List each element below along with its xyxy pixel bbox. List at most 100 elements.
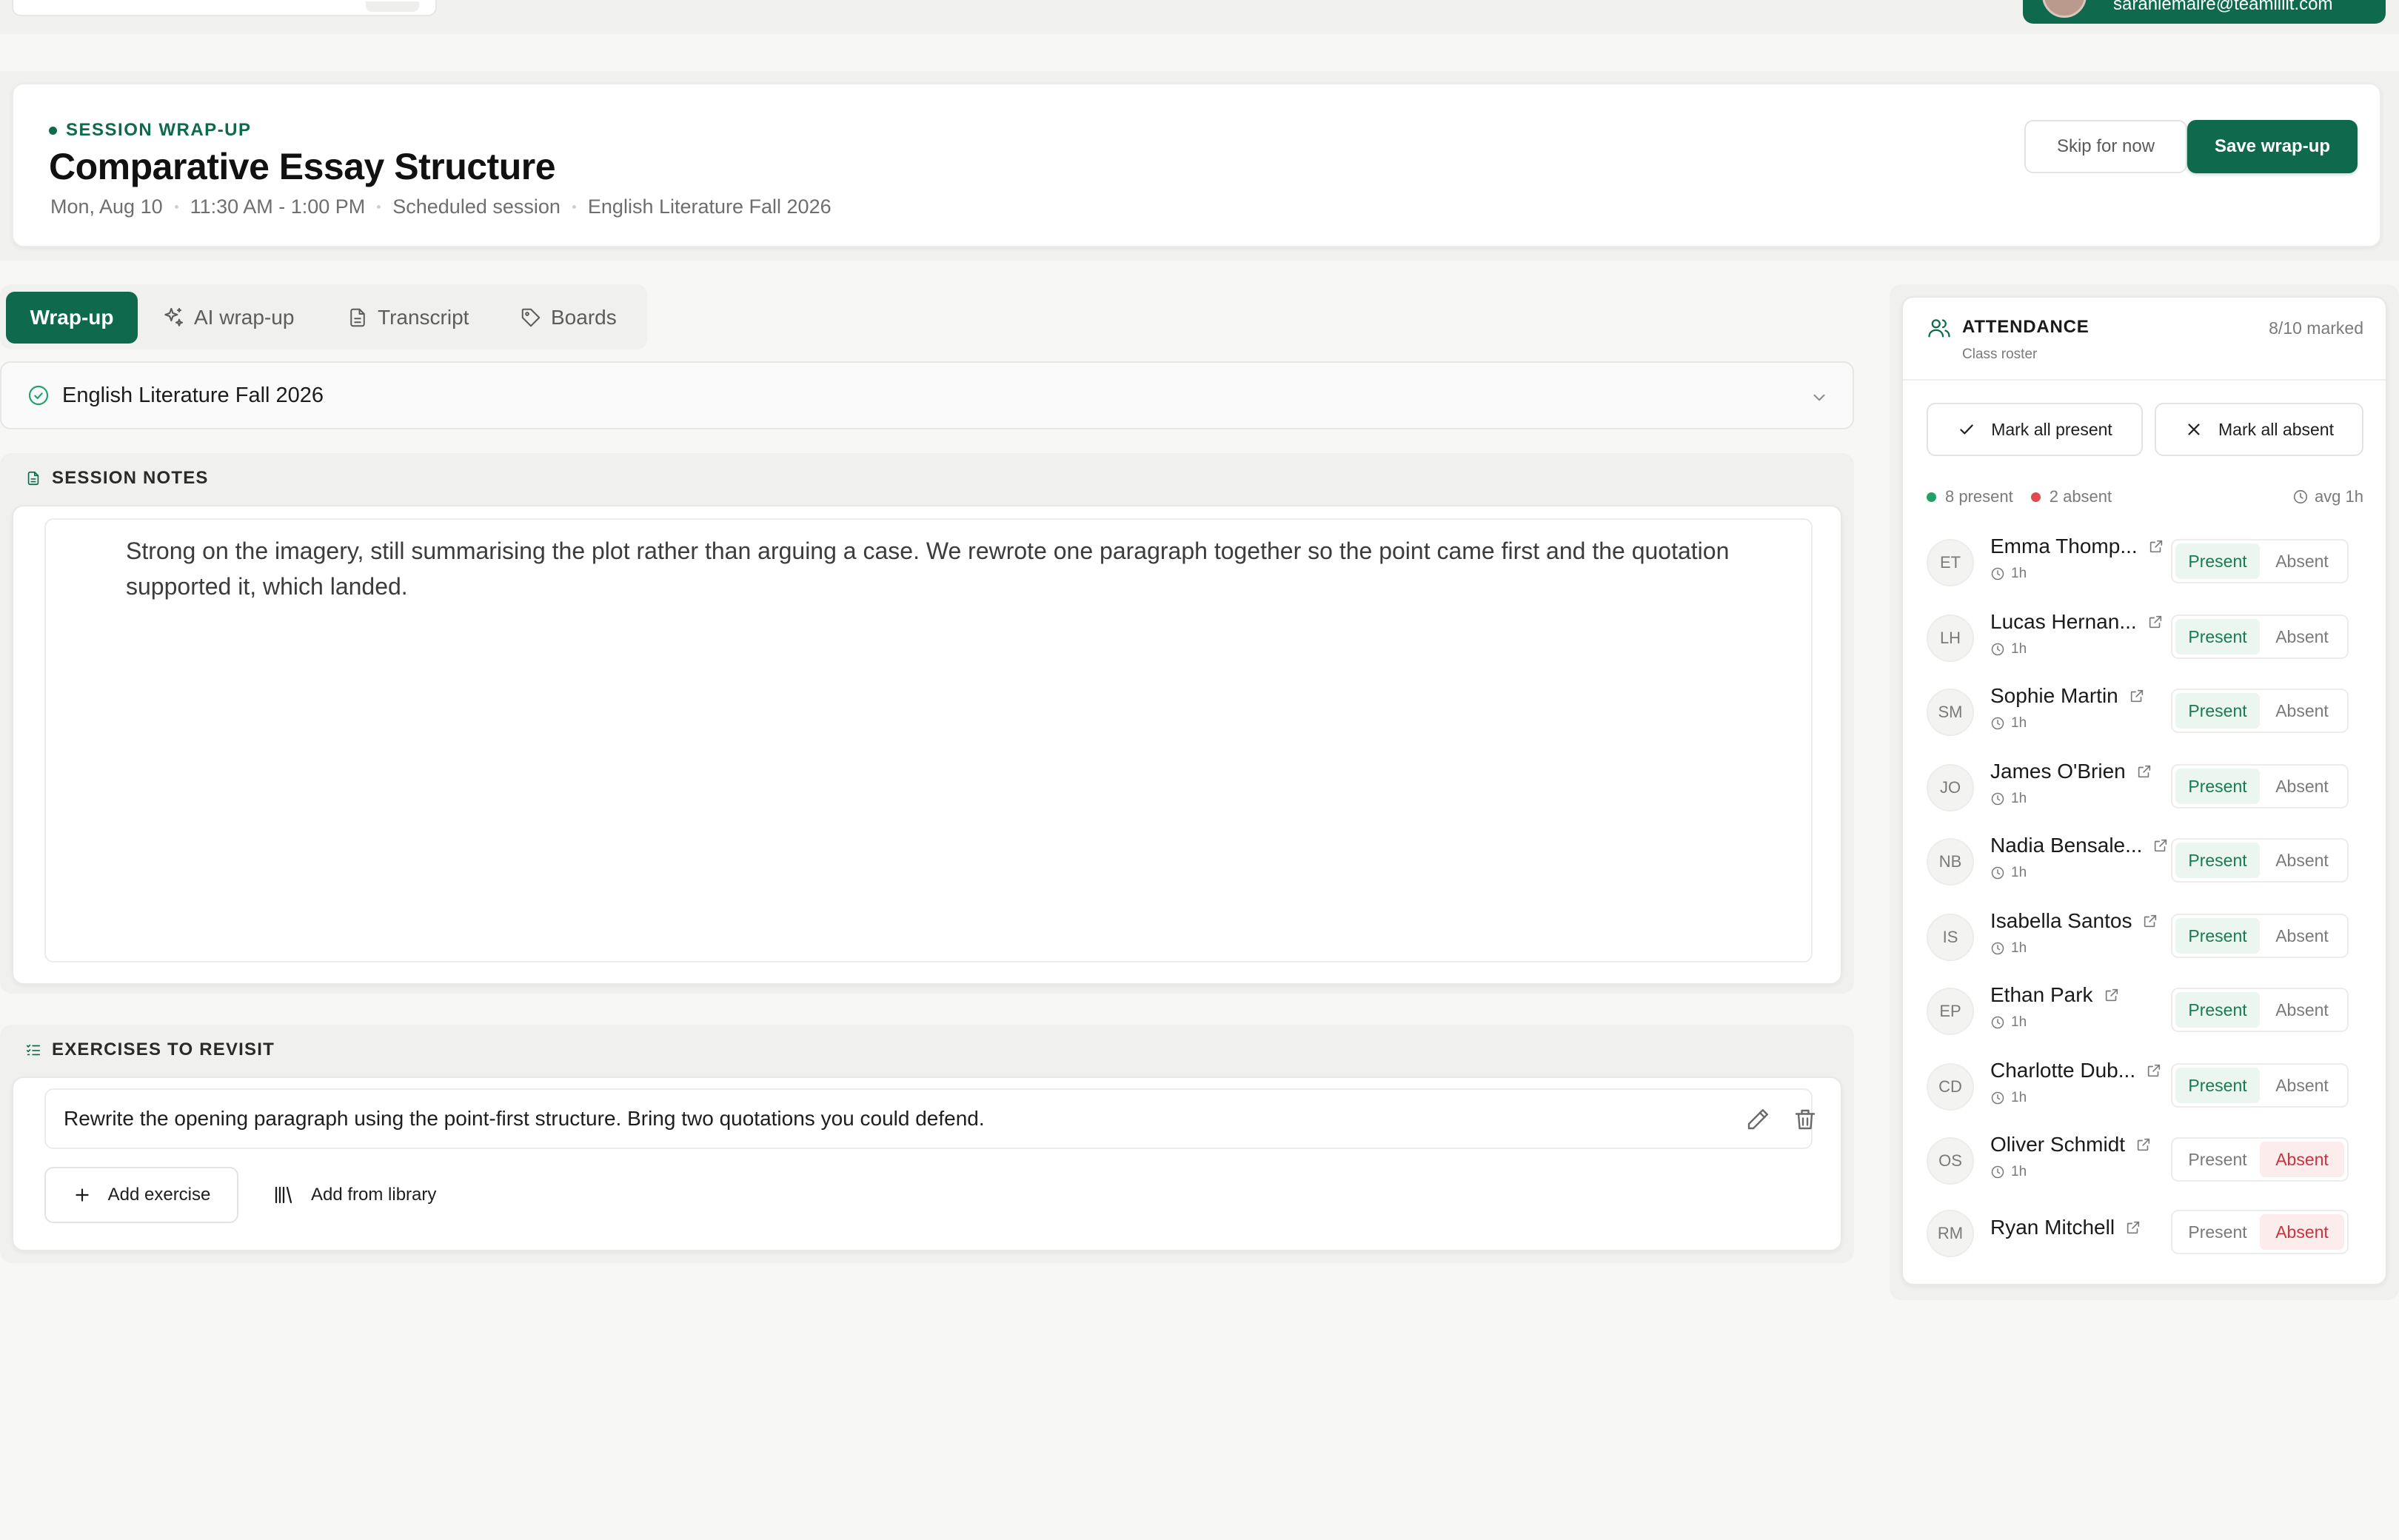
class-select[interactable]: English Literature Fall 2026 bbox=[0, 361, 1854, 429]
attendance-subtitle: Class roster bbox=[1962, 346, 2038, 362]
search-input[interactable] bbox=[12, 0, 437, 16]
student-name[interactable]: Lucas Hernan... bbox=[1990, 610, 2164, 634]
header-card: SESSION WRAP-UP Comparative Essay Struct… bbox=[12, 83, 2381, 247]
library-icon bbox=[275, 1186, 292, 1204]
session-notes-textarea[interactable]: Strong on the imagery, still summarising… bbox=[44, 518, 1813, 962]
present-option[interactable]: Present bbox=[2175, 543, 2260, 579]
close-icon bbox=[2188, 424, 2200, 435]
external-link-icon[interactable] bbox=[2142, 913, 2158, 929]
absent-option[interactable]: Absent bbox=[2260, 769, 2344, 804]
tab-wrap-up[interactable]: Wrap-up bbox=[6, 292, 138, 344]
external-link-icon[interactable] bbox=[2148, 538, 2164, 555]
external-link-icon[interactable] bbox=[2135, 1136, 2152, 1153]
student-name-label: Oliver Schmidt bbox=[1990, 1133, 2126, 1156]
pencil-icon[interactable] bbox=[1744, 1106, 1771, 1133]
absent-option[interactable]: Absent bbox=[2260, 992, 2344, 1028]
page-title: Comparative Essay Structure bbox=[49, 146, 556, 187]
clock-icon bbox=[2293, 489, 2308, 504]
clock-icon bbox=[1991, 792, 2004, 806]
present-option[interactable]: Present bbox=[2175, 693, 2260, 729]
absent-option[interactable]: Absent bbox=[2260, 693, 2344, 729]
external-link-icon[interactable] bbox=[2129, 688, 2145, 704]
skip-button[interactable]: Skip for now bbox=[2024, 120, 2187, 173]
student-name-label: James O'Brien bbox=[1990, 760, 2126, 783]
external-link-icon[interactable] bbox=[2125, 1219, 2141, 1236]
avatar: ET bbox=[1927, 539, 1974, 586]
tab-ai-wrap-up[interactable]: AI wrap-up bbox=[161, 292, 294, 344]
absent-option[interactable]: Absent bbox=[2260, 843, 2344, 878]
student-name[interactable]: Isabella Santos bbox=[1990, 909, 2158, 933]
absent-option[interactable]: Absent bbox=[2260, 1214, 2344, 1250]
tab-label: AI wrap-up bbox=[194, 306, 295, 329]
tab-boards[interactable]: Boards bbox=[520, 292, 617, 344]
session-header: SESSION WRAP-UP Comparative Essay Struct… bbox=[0, 71, 2399, 261]
avatar: JO bbox=[1927, 764, 1974, 811]
student-name[interactable]: Sophie Martin bbox=[1990, 684, 2145, 708]
clock-icon bbox=[1991, 1165, 2004, 1179]
eyebrow-label: SESSION WRAP-UP bbox=[66, 120, 252, 140]
external-link-icon[interactable] bbox=[2136, 763, 2152, 780]
student-duration: 1h bbox=[1990, 715, 2027, 732]
save-wrap-up-button[interactable]: Save wrap-up bbox=[2187, 120, 2358, 173]
student-name[interactable]: Charlotte Dub... bbox=[1990, 1059, 2162, 1082]
external-link-icon[interactable] bbox=[2146, 1062, 2162, 1079]
absent-option[interactable]: Absent bbox=[2260, 1068, 2344, 1103]
student-name-label: Nadia Bensale... bbox=[1990, 834, 2143, 857]
exercises-card: Rewrite the opening paragraph using the … bbox=[12, 1077, 1842, 1251]
class-select-value: English Literature Fall 2026 bbox=[62, 383, 324, 407]
student-name[interactable]: Ryan Mitchell bbox=[1990, 1216, 2141, 1239]
user-menu[interactable]: sarahlemaire@teamlilit.com bbox=[2023, 0, 2386, 24]
present-option[interactable]: Present bbox=[2175, 843, 2260, 878]
present-option[interactable]: Present bbox=[2175, 1068, 2260, 1103]
avatar: NB bbox=[1927, 838, 1974, 886]
present-option[interactable]: Present bbox=[2175, 1214, 2260, 1250]
meta-separator bbox=[174, 205, 178, 209]
clock-icon bbox=[1991, 1016, 2004, 1029]
section-heading: SESSION NOTES bbox=[25, 468, 209, 489]
duration-label: 1h bbox=[2011, 1090, 2027, 1105]
eyebrow: SESSION WRAP-UP bbox=[49, 120, 252, 141]
trash-icon[interactable] bbox=[1792, 1106, 1819, 1133]
present-option[interactable]: Present bbox=[2175, 918, 2260, 954]
student-name[interactable]: Emma Thomp... bbox=[1990, 535, 2164, 558]
check-icon bbox=[1960, 424, 1973, 435]
absent-option[interactable]: Absent bbox=[2260, 619, 2344, 654]
present-option[interactable]: Present bbox=[2175, 619, 2260, 654]
external-link-icon[interactable] bbox=[2104, 987, 2120, 1003]
attendance-title: ATTENDANCE bbox=[1962, 317, 2089, 337]
session-notes-section: SESSION NOTES Strong on the imagery, sti… bbox=[0, 453, 1854, 994]
mark-all-present-button[interactable]: Mark all present bbox=[1927, 403, 2143, 456]
student-name[interactable]: Oliver Schmidt bbox=[1990, 1133, 2152, 1156]
present-option[interactable]: Present bbox=[2175, 769, 2260, 804]
student-name[interactable]: James O'Brien bbox=[1990, 760, 2152, 783]
absent-option[interactable]: Absent bbox=[2260, 918, 2344, 954]
student-row: JO James O'Brien 1h Present Absent bbox=[1927, 760, 2371, 819]
sparkles-icon bbox=[164, 307, 184, 327]
present-option[interactable]: Present bbox=[2175, 1142, 2260, 1177]
mark-all-absent-button[interactable]: Mark all absent bbox=[2155, 403, 2363, 456]
duration-label: 1h bbox=[2011, 1014, 2027, 1030]
student-name[interactable]: Ethan Park bbox=[1990, 983, 2120, 1007]
avg-label: avg 1h bbox=[2314, 487, 2363, 506]
avg-duration: avg 1h bbox=[2292, 487, 2363, 506]
student-row: RM Ryan Mitchell Present Absent bbox=[1927, 1205, 2371, 1265]
external-link-icon[interactable] bbox=[2147, 614, 2164, 630]
tab-transcript[interactable]: Transcript bbox=[347, 292, 469, 344]
present-option[interactable]: Present bbox=[2175, 992, 2260, 1028]
session-class: English Literature Fall 2026 bbox=[587, 195, 832, 218]
external-link-icon[interactable] bbox=[2152, 837, 2169, 854]
meta-separator bbox=[572, 205, 576, 209]
add-from-library-button[interactable]: Add from library bbox=[272, 1167, 436, 1223]
exercise-item: Rewrite the opening paragraph using the … bbox=[44, 1088, 1816, 1149]
student-duration: 1h bbox=[1990, 1164, 2027, 1180]
clock-icon bbox=[1991, 942, 2004, 955]
absent-option[interactable]: Absent bbox=[2260, 543, 2344, 579]
student-duration: 1h bbox=[1990, 1014, 2027, 1031]
add-exercise-button[interactable]: Add exercise bbox=[44, 1167, 238, 1223]
student-row: CD Charlotte Dub... 1h Present Absent bbox=[1927, 1059, 2371, 1118]
student-name[interactable]: Nadia Bensale... bbox=[1990, 834, 2169, 857]
student-row: OS Oliver Schmidt 1h Present Absent bbox=[1927, 1133, 2371, 1192]
absent-option[interactable]: Absent bbox=[2260, 1142, 2344, 1177]
shortcut-hint bbox=[366, 1, 419, 12]
notes-icon bbox=[27, 471, 39, 486]
